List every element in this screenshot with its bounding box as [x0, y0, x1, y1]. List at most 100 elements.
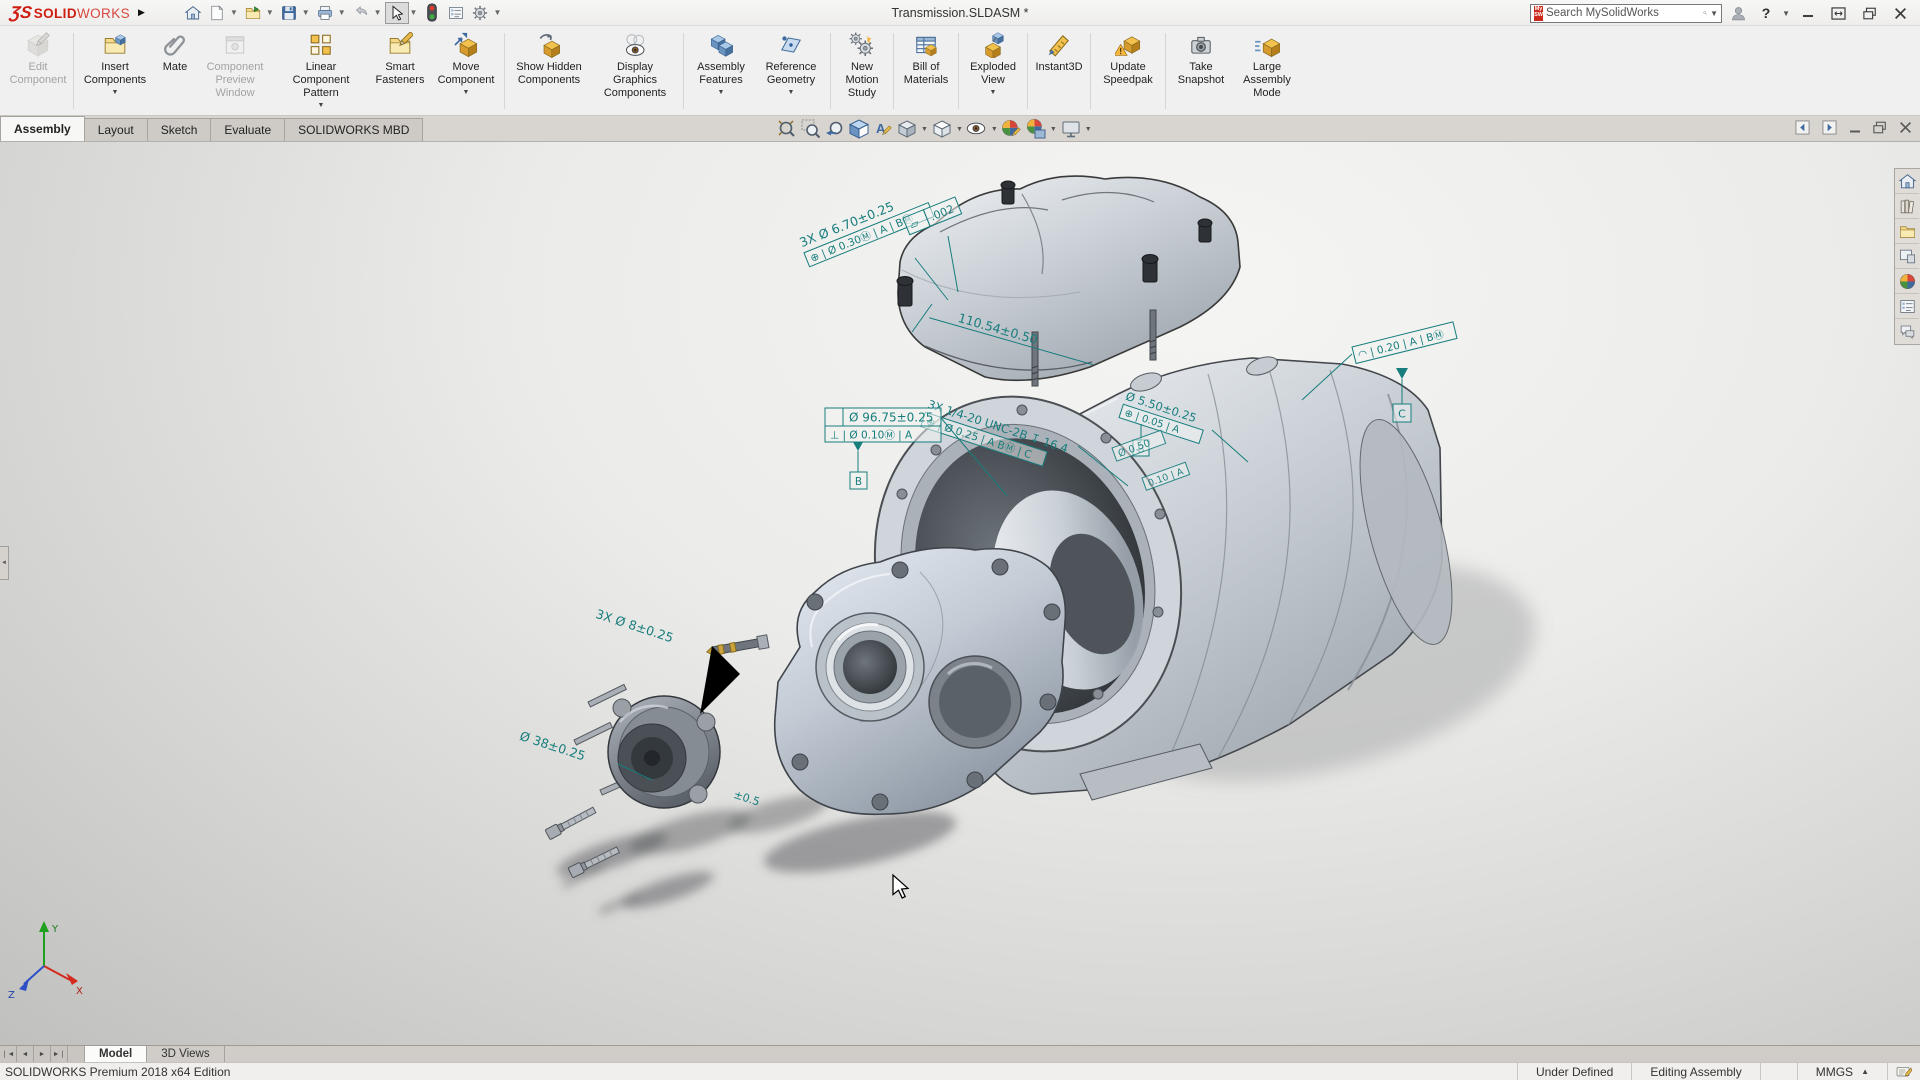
tags-icon[interactable]: [1887, 1063, 1920, 1080]
zoom-to-fit-icon[interactable]: [776, 118, 798, 140]
ribbon-button-move-component[interactable]: Move Component▼: [431, 29, 501, 115]
tab-layout[interactable]: Layout: [84, 118, 148, 141]
tab-assembly[interactable]: Assembly: [0, 116, 85, 141]
search-dropdown-arrow[interactable]: ▼: [1710, 9, 1718, 18]
rebuild-icon[interactable]: [420, 2, 444, 24]
new-dropdown-arrow[interactable]: ▼: [230, 8, 238, 17]
resize-button[interactable]: [1825, 2, 1852, 24]
open-document-icon[interactable]: [241, 2, 265, 24]
ribbon-button-reference-geometry[interactable]: Reference Geometry▼: [755, 29, 827, 115]
hide-show-items-icon[interactable]: [966, 118, 988, 140]
options-dropdown-arrow[interactable]: ▼: [493, 8, 501, 17]
edit-appearance-icon[interactable]: [1001, 118, 1023, 140]
tab-scroll-last-button[interactable]: ►❘: [51, 1046, 68, 1062]
dropdown-arrow[interactable]: ▼: [718, 89, 725, 97]
display-style-dropdown-arrow[interactable]: ▼: [956, 126, 963, 133]
zoom-to-area-icon[interactable]: [800, 118, 822, 140]
doc-restore-icon[interactable]: [1873, 121, 1887, 134]
part-bolt-1[interactable]: [545, 805, 597, 840]
part-output-flange[interactable]: [574, 684, 720, 808]
new-document-icon[interactable]: [205, 2, 229, 24]
file-properties-icon[interactable]: [444, 2, 468, 24]
display-style-icon[interactable]: [931, 118, 953, 140]
units-selector[interactable]: MMGS ▲: [1797, 1063, 1887, 1080]
ribbon-button-large-assembly-mode[interactable]: Large Assembly Mode: [1233, 29, 1301, 115]
ribbon-button-update-speedpak[interactable]: Update Speedpak: [1094, 29, 1162, 115]
annotation-hidden-tol[interactable]: ±0.5: [732, 788, 761, 809]
home-icon[interactable]: [181, 2, 205, 24]
appearances-scenes-icon[interactable]: [1895, 269, 1919, 294]
editing-mode-label[interactable]: Editing Assembly: [1631, 1063, 1759, 1080]
ribbon-button-component-preview-window[interactable]: Component Preview Window: [197, 29, 273, 115]
apply-scene-icon[interactable]: [1025, 118, 1047, 140]
feature-pane-collapse-handle[interactable]: ◄: [0, 546, 9, 580]
tab-scroll-next-button[interactable]: ►: [34, 1046, 51, 1062]
pane-collapse-right-icon[interactable]: [1822, 120, 1837, 135]
search-input[interactable]: [1546, 7, 1700, 19]
tab-splitter-handle[interactable]: [68, 1046, 85, 1062]
ribbon-button-mate[interactable]: Mate: [153, 29, 197, 115]
tab-sketch[interactable]: Sketch: [147, 118, 212, 141]
forum-icon[interactable]: [1895, 319, 1919, 344]
previous-view-icon[interactable]: [824, 118, 846, 140]
dropdown-arrow[interactable]: ▼: [318, 102, 325, 110]
ribbon-button-bill-of-materials[interactable]: Bill of Materials: [897, 29, 955, 115]
ribbon-button-smart-fasteners[interactable]: Smart Fasteners: [369, 29, 431, 115]
save-dropdown-arrow[interactable]: ▼: [302, 8, 310, 17]
ribbon-button-insert-components[interactable]: Insert Components▼: [77, 29, 153, 115]
section-view-icon[interactable]: [848, 118, 870, 140]
select-tool-icon[interactable]: [385, 2, 409, 24]
dropdown-arrow[interactable]: ▼: [463, 89, 470, 97]
login-user-icon[interactable]: [1726, 2, 1750, 24]
search-icon[interactable]: [1703, 6, 1707, 20]
ribbon-button-exploded-view[interactable]: Exploded View▼: [962, 29, 1024, 115]
view-orientation-dropdown-arrow[interactable]: ▼: [921, 126, 928, 133]
minimize-button[interactable]: [1794, 2, 1821, 24]
open-dropdown-arrow[interactable]: ▼: [266, 8, 274, 17]
ribbon-button-new-motion-study[interactable]: New Motion Study: [834, 29, 890, 115]
help-button[interactable]: ?: [1754, 2, 1778, 24]
search-box[interactable]: My SW ▼: [1530, 4, 1722, 23]
ribbon-button-instant3d[interactable]: Instant3D: [1031, 29, 1087, 115]
tab-model[interactable]: Model: [85, 1046, 147, 1062]
undo-dropdown-arrow[interactable]: ▼: [374, 8, 382, 17]
close-button[interactable]: [1887, 2, 1914, 24]
dropdown-arrow[interactable]: ▼: [990, 89, 997, 97]
print-icon[interactable]: [313, 2, 337, 24]
tab-3d-views[interactable]: 3D Views: [147, 1046, 224, 1062]
options-gear-icon[interactable]: [468, 2, 492, 24]
tab-evaluate[interactable]: Evaluate: [210, 118, 285, 141]
ribbon-button-display-graphics-components[interactable]: Display Graphics Components: [590, 29, 680, 115]
tab-scroll-prev-button[interactable]: ◄: [17, 1046, 34, 1062]
view-settings-dropdown-arrow[interactable]: ▼: [1085, 126, 1092, 133]
ribbon-button-edit-component[interactable]: Edit Component: [6, 29, 70, 115]
pane-collapse-left-icon[interactable]: [1795, 120, 1810, 135]
restore-button[interactable]: [1856, 2, 1883, 24]
view-orientation-icon[interactable]: [896, 118, 918, 140]
undo-icon[interactable]: [349, 2, 373, 24]
menu-flyout-arrow-icon[interactable]: ▶: [138, 7, 145, 18]
dropdown-arrow[interactable]: ▼: [788, 89, 795, 97]
custom-properties-icon[interactable]: [1895, 294, 1919, 319]
tab-scroll-first-button[interactable]: ❘◄: [0, 1046, 17, 1062]
doc-close-icon[interactable]: [1899, 121, 1912, 134]
help-dropdown-arrow[interactable]: ▼: [1782, 9, 1790, 18]
solidworks-resources-icon[interactable]: [1895, 169, 1919, 194]
apply-scene-dropdown-arrow[interactable]: ▼: [1050, 126, 1057, 133]
doc-minimize-icon[interactable]: [1849, 122, 1861, 134]
ribbon-button-take-snapshot[interactable]: Take Snapshot: [1169, 29, 1233, 115]
graphics-viewport[interactable]: 3X Ø 6.70±0.25 ⊕ | Ø 0.30Ⓜ | A | BⓂ ▱ .0…: [0, 142, 1920, 1045]
ribbon-button-show-hidden-components[interactable]: Show Hidden Components: [508, 29, 590, 115]
ribbon-button-linear-component-pattern[interactable]: Linear Component Pattern▼: [273, 29, 369, 115]
print-dropdown-arrow[interactable]: ▼: [338, 8, 346, 17]
file-explorer-icon[interactable]: [1895, 219, 1919, 244]
view-palette-icon[interactable]: [1895, 244, 1919, 269]
view-settings-icon[interactable]: [1060, 118, 1082, 140]
hide-show-dropdown-arrow[interactable]: ▼: [991, 126, 998, 133]
tab-solidworks-mbd[interactable]: SOLIDWORKS MBD: [284, 118, 423, 141]
dynamic-annotation-views-icon[interactable]: A: [872, 118, 894, 140]
design-library-icon[interactable]: [1895, 194, 1919, 219]
dropdown-arrow[interactable]: ▼: [112, 89, 119, 97]
select-dropdown-arrow[interactable]: ▼: [410, 8, 418, 17]
save-icon[interactable]: [277, 2, 301, 24]
